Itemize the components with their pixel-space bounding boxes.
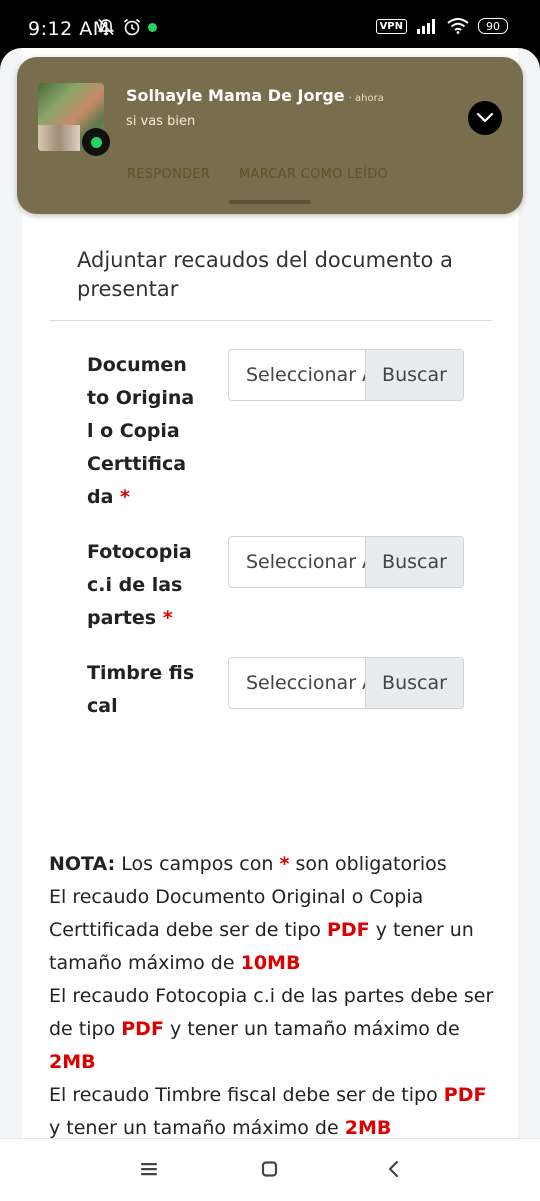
browse-button[interactable]: Buscar xyxy=(365,658,463,708)
field-label-fotocopia: Fotocopia c.i de las partes * xyxy=(87,541,192,629)
browse-button[interactable]: Buscar xyxy=(365,537,463,587)
required-mark: * xyxy=(162,607,173,629)
file-input-fotocopia[interactable]: Seleccionar Archivo Buscar xyxy=(228,536,464,588)
navigation-bar xyxy=(0,1138,540,1201)
file-placeholder[interactable]: Seleccionar Archivo xyxy=(229,350,365,400)
note-line: El recaudo Fotocopia c.i de las partes d… xyxy=(49,985,494,1073)
note-line: El recaudo Timbre fiscal debe ser de tip… xyxy=(49,1084,487,1138)
status-icons-right: VPN 90 xyxy=(375,18,508,34)
whatsapp-icon xyxy=(82,128,110,156)
notification-handle[interactable] xyxy=(229,200,311,204)
wifi-icon xyxy=(447,18,469,34)
battery-icon: 90 xyxy=(478,18,508,34)
back-icon[interactable] xyxy=(384,1159,404,1179)
note-line: El recaudo Documento Original o Copia Ce… xyxy=(49,886,474,974)
menu-icon[interactable] xyxy=(139,1159,159,1179)
field-label-documento: Documento Original o Copia Certtificada … xyxy=(87,354,195,508)
field-label-timbre: Timbre fiscal xyxy=(87,662,195,717)
file-input-timbre[interactable]: Seleccionar Archivo Buscar xyxy=(228,657,464,709)
notification-message: si vas bien xyxy=(126,114,196,129)
file-input-documento[interactable]: Seleccionar Archivo Buscar xyxy=(228,349,464,401)
notification-time: · ahora xyxy=(348,93,384,104)
card-divider xyxy=(49,320,492,321)
file-placeholder[interactable]: Seleccionar Archivo xyxy=(229,537,365,587)
alarm-icon xyxy=(123,18,141,36)
whatsapp-status-icon xyxy=(148,22,157,32)
note-section: NOTA: Los campos con * son obligatorios … xyxy=(49,848,499,1138)
mark-read-button[interactable]: MARCAR COMO LEÍDO xyxy=(239,167,388,182)
notification-sender: Solhayle Mama De Jorge · ahora xyxy=(126,86,384,105)
chevron-down-icon[interactable] xyxy=(468,101,502,135)
required-mark: * xyxy=(120,486,130,508)
status-icons-left xyxy=(96,17,157,37)
muted-bell-icon xyxy=(97,18,115,36)
avatar-sub-photo xyxy=(38,125,80,151)
file-placeholder[interactable]: Seleccionar Archivo xyxy=(229,658,365,708)
browse-button[interactable]: Buscar xyxy=(365,350,463,400)
note-required-line: NOTA: Los campos con * son obligatorios xyxy=(49,853,447,875)
reply-button[interactable]: RESPONDER xyxy=(127,167,210,182)
vpn-badge: VPN xyxy=(375,18,407,34)
card-title: Adjuntar recaudos del documento a presen… xyxy=(77,248,453,301)
signal-icon xyxy=(417,19,435,34)
home-icon[interactable] xyxy=(260,1159,280,1179)
whatsapp-notification[interactable]: Solhayle Mama De Jorge · ahora si vas bie… xyxy=(17,57,523,214)
